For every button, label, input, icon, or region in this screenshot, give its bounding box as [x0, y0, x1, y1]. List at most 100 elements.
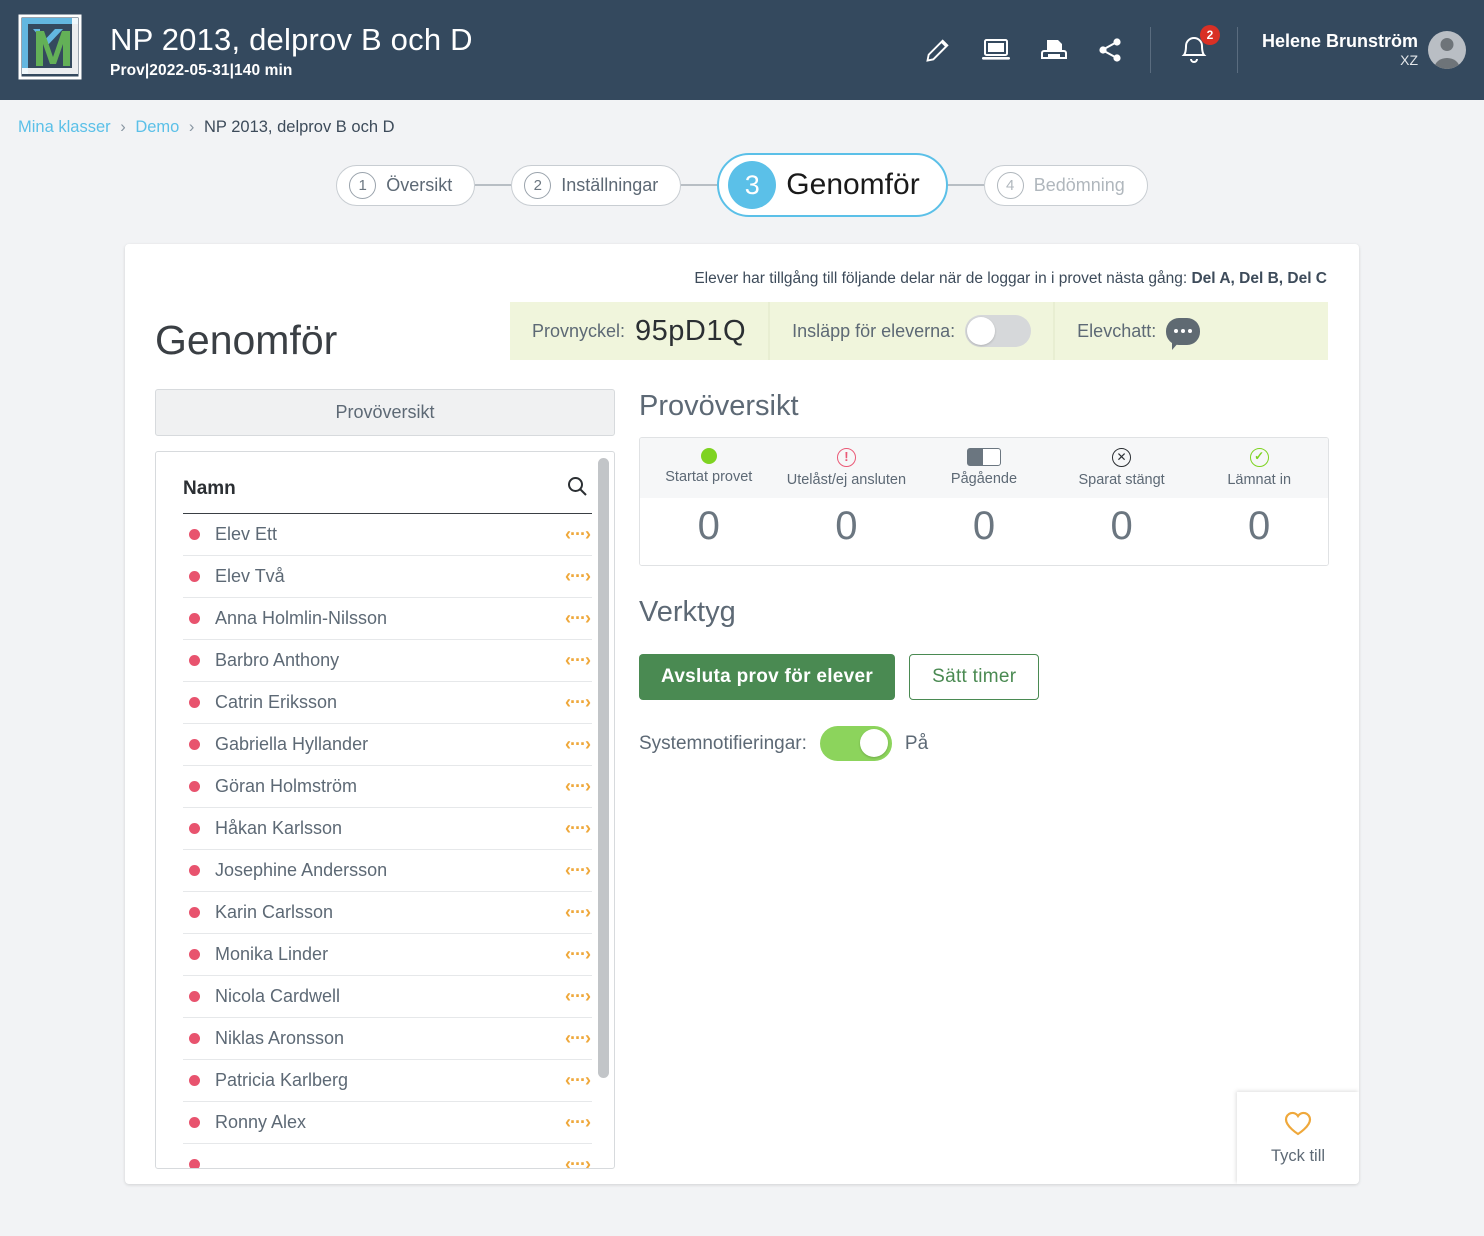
- student-list-header: Namn: [183, 452, 592, 514]
- expand-row-icon[interactable]: ‹···›: [565, 566, 591, 587]
- system-notifications-toggle[interactable]: [819, 726, 892, 761]
- avatar[interactable]: [1428, 31, 1466, 69]
- status-cell-toggle: Pågående: [915, 438, 1053, 498]
- status-cell-green-dot: Startat provet: [640, 438, 778, 498]
- breadcrumb-item-mina-klasser[interactable]: Mina klasser: [18, 118, 111, 136]
- inslapp-toggle[interactable]: [965, 315, 1032, 347]
- pencil-icon[interactable]: [924, 36, 952, 64]
- table-row[interactable]: Patricia Karlberg ‹···›: [183, 1060, 592, 1102]
- table-row[interactable]: Elev Ett ‹···›: [183, 514, 592, 556]
- expand-row-icon[interactable]: ‹···›: [565, 1070, 591, 1091]
- header-titles: NP 2013, delprov B och D Prov|2022-05-31…: [110, 21, 924, 80]
- main-card: Elever har tillgång till följande delar …: [125, 244, 1359, 1184]
- table-row[interactable]: ‹···›: [183, 1144, 592, 1168]
- student-name: Patricia Karlberg: [215, 1070, 349, 1090]
- inslapp-segment: Insläpp för eleverna:: [768, 302, 1053, 360]
- set-timer-button[interactable]: Sätt timer: [909, 654, 1040, 700]
- table-row[interactable]: Göran Holmström ‹···›: [183, 766, 592, 808]
- student-name: Ronny Alex: [215, 1112, 307, 1132]
- table-row[interactable]: Monika Linder ‹···›: [183, 934, 592, 976]
- tools-buttons: Avsluta prov för elever Sätt timer: [639, 654, 1329, 700]
- expand-row-icon[interactable]: ‹···›: [565, 524, 591, 545]
- wizard-stepper: 1 Översikt 2 Inställningar 3 Genomför 4 …: [0, 153, 1484, 217]
- step-label: Genomför: [786, 168, 920, 201]
- student-name: Håkan Karlsson: [215, 818, 343, 838]
- table-row[interactable]: Anna Holmlin-Nilsson ‹···›: [183, 598, 592, 640]
- status-count: 0: [835, 504, 858, 548]
- expand-row-icon[interactable]: ‹···›: [565, 944, 591, 965]
- table-row[interactable]: Ronny Alex ‹···›: [183, 1102, 592, 1144]
- card-header-row: Genomför Provnyckel: 95pD1Q Insläpp för …: [155, 302, 1329, 361]
- tools-section: Verktyg Avsluta prov för elever Sätt tim…: [639, 596, 1329, 761]
- expand-row-icon[interactable]: ‹···›: [565, 902, 591, 923]
- student-name: Josephine Andersson: [215, 860, 388, 880]
- overview-panel: Provöversikt Startat provet! Utelåst/ej a…: [639, 389, 1329, 1169]
- step-connector: [947, 184, 984, 186]
- card-body: Provöversikt Namn Elev Ett ‹···› Elev Två ‹…: [155, 389, 1329, 1169]
- tools-title: Verktyg: [639, 596, 736, 628]
- table-row[interactable]: Elev Två ‹···›: [183, 556, 592, 598]
- status-dot: [189, 1033, 200, 1044]
- table-row[interactable]: Josephine Andersson ‹···›: [183, 850, 592, 892]
- user-sub: XZ: [1400, 52, 1418, 68]
- expand-row-icon[interactable]: ‹···›: [565, 818, 591, 839]
- chat-bubble-icon[interactable]: [1166, 317, 1201, 350]
- expand-row-icon[interactable]: ‹···›: [565, 734, 591, 755]
- status-cell-check-circle: ✓ Lämnat in: [1190, 438, 1328, 498]
- expand-row-icon[interactable]: ‹···›: [565, 776, 591, 797]
- expand-row-icon[interactable]: ‹···›: [565, 986, 591, 1007]
- table-row[interactable]: Catrin Eriksson ‹···›: [183, 682, 592, 724]
- student-list-scrollbar[interactable]: [598, 458, 609, 1078]
- step-oversikt[interactable]: 1 Översikt: [336, 164, 476, 206]
- laptop-icon[interactable]: [980, 36, 1012, 64]
- status-label: Utelåst/ej ansluten: [786, 472, 907, 488]
- app-logo[interactable]: [14, 11, 88, 89]
- step-bedomning[interactable]: 4 Bedömning: [983, 164, 1148, 206]
- user-menu[interactable]: Helene Brunström XZ: [1262, 31, 1466, 69]
- feedback-button[interactable]: Tyck till: [1237, 1092, 1359, 1184]
- expand-row-icon[interactable]: ‹···›: [565, 1154, 591, 1168]
- elevchatt-segment: Elevchatt:: [1053, 302, 1222, 360]
- notifications-button[interactable]: 2: [1177, 25, 1220, 68]
- table-row[interactable]: Karin Carlsson ‹···›: [183, 892, 592, 934]
- feedback-label: Tyck till: [1270, 1147, 1326, 1165]
- expand-row-icon[interactable]: ‹···›: [565, 1112, 591, 1133]
- step-genomfor[interactable]: 3 Genomför: [717, 153, 948, 217]
- table-row[interactable]: Håkan Karlsson ‹···›: [183, 808, 592, 850]
- header-divider-left: [1149, 27, 1151, 73]
- section-title: Genomför: [155, 317, 338, 363]
- tab-provoversikt[interactable]: Provöversikt: [155, 389, 615, 436]
- expand-row-icon[interactable]: ‹···›: [565, 1028, 591, 1049]
- expand-row-icon[interactable]: ‹···›: [565, 692, 591, 713]
- expand-row-icon[interactable]: ‹···›: [565, 650, 591, 671]
- test-key-bar: Provnyckel: 95pD1Q Insläpp för eleverna:…: [510, 302, 1328, 360]
- table-row[interactable]: Nicola Cardwell ‹···›: [183, 976, 592, 1018]
- breadcrumb-item-current: NP 2013, delprov B och D: [204, 118, 395, 136]
- status-summary: Startat provet! Utelåst/ej ansluten Pågåen…: [639, 437, 1329, 566]
- column-header-namn: Namn: [183, 477, 236, 499]
- user-name: Helene Brunström: [1261, 31, 1418, 51]
- step-installningar[interactable]: 2 Inställningar: [511, 164, 682, 206]
- expand-row-icon[interactable]: ‹···›: [565, 860, 591, 881]
- table-row[interactable]: Barbro Anthony ‹···›: [183, 640, 592, 682]
- elevchatt-label: Elevchatt:: [1077, 320, 1157, 341]
- expand-row-icon[interactable]: ‹···›: [565, 608, 591, 629]
- access-notice: Elever har tillgång till följande delar …: [155, 244, 1329, 288]
- notification-badge: 2: [1199, 25, 1220, 45]
- access-notice-parts: Del A, Del B, Del C: [1191, 270, 1327, 287]
- share-icon[interactable]: [1096, 36, 1124, 64]
- student-name: Barbro Anthony: [215, 650, 340, 670]
- printer-icon[interactable]: [1040, 36, 1068, 64]
- table-row[interactable]: Niklas Aronsson ‹···›: [183, 1018, 592, 1060]
- student-name: Catrin Eriksson: [215, 692, 338, 712]
- status-label: Pågående: [950, 471, 1018, 487]
- status-summary-values: 0 0 0 0 0: [640, 498, 1328, 565]
- step-number: 3: [728, 161, 777, 209]
- status-dot: [189, 1117, 200, 1128]
- breadcrumb-item-demo[interactable]: Demo: [135, 118, 179, 136]
- search-icon[interactable]: [565, 474, 589, 503]
- breadcrumb: Mina klasser › Demo › NP 2013, delprov B…: [0, 100, 1484, 137]
- table-row[interactable]: Gabriella Hyllander ‹···›: [183, 724, 592, 766]
- end-test-button[interactable]: Avsluta prov för elever: [639, 654, 896, 700]
- status-dot: [189, 739, 200, 750]
